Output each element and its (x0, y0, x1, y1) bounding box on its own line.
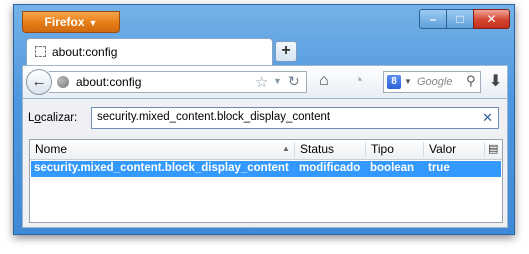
search-label: Localizar: (28, 112, 77, 124)
url-text[interactable]: about:config (76, 75, 141, 89)
filter-input[interactable]: security.mixed_content.block_display_con… (91, 107, 499, 129)
url-history-dropdown-icon[interactable]: ▼ (273, 76, 282, 86)
minimize-button[interactable]: – (419, 9, 447, 29)
column-header-value[interactable]: Valor (429, 142, 456, 157)
back-arrow-icon: ← (31, 73, 47, 90)
pref-value-cell[interactable]: true (428, 162, 450, 174)
column-header-name[interactable]: Nome (35, 142, 67, 157)
column-picker-icon[interactable]: ▤ (488, 142, 498, 155)
url-bar[interactable]: about:config ☆ ▼ ↻ (49, 71, 307, 93)
column-divider[interactable] (294, 142, 295, 157)
column-header-status[interactable]: Status (300, 142, 334, 157)
pref-name-cell[interactable]: security.mixed_content.block_display_con… (34, 162, 289, 174)
column-divider[interactable] (484, 142, 485, 157)
rss-feed-icon[interactable]: ◔ (354, 72, 363, 89)
column-header-type[interactable]: Tipo (371, 142, 394, 157)
sort-ascending-icon: ▲ (282, 144, 290, 153)
browser-window: Firefox ▼ – □ ✕ about:config + about:conf… (13, 4, 515, 235)
clear-filter-icon[interactable]: ✕ (482, 110, 493, 126)
engine-dropdown-icon[interactable]: ▼ (404, 77, 412, 86)
firefox-menu-button[interactable]: Firefox ▼ (22, 11, 120, 33)
magnifier-icon[interactable]: ⚲ (466, 73, 476, 89)
navigation-toolbar: about:config ☆ ▼ ↻ ← ⌂ ◔ 8 ▼ Google ⚲ ⬇ (22, 65, 508, 99)
column-divider[interactable] (365, 142, 366, 157)
close-window-button[interactable]: ✕ (473, 9, 510, 29)
globe-icon (57, 76, 69, 88)
preferences-table: Nome ▲ Status Tipo Valor ▤ security.mixe… (29, 139, 503, 223)
about-config-page: Localizar: security.mixed_content.block_… (22, 99, 508, 228)
label-part: calizar: (40, 112, 78, 124)
back-button[interactable]: ← (26, 69, 52, 95)
home-icon[interactable]: ⌂ (319, 72, 329, 90)
reload-icon[interactable]: ↻ (288, 73, 300, 90)
firefox-menu-label: Firefox (44, 15, 85, 29)
table-header: Nome ▲ Status Tipo Valor ▤ (30, 140, 502, 160)
new-tab-button[interactable]: + (275, 41, 297, 62)
maximize-button[interactable]: □ (446, 9, 474, 29)
star-icon[interactable]: ☆ (255, 73, 268, 91)
download-arrow-icon[interactable]: ⬇ (489, 71, 502, 91)
pref-type-cell[interactable]: boolean (370, 162, 414, 174)
tab-title: about:config (52, 45, 118, 59)
search-bar[interactable]: 8 ▼ Google ⚲ (383, 71, 481, 93)
google-engine-icon[interactable]: 8 (387, 75, 401, 89)
blank-page-icon (35, 46, 46, 57)
pref-status-cell[interactable]: modificado (299, 162, 360, 174)
dropdown-arrow-icon: ▼ (88, 18, 98, 28)
filter-value[interactable]: security.mixed_content.block_display_con… (97, 111, 330, 123)
column-divider[interactable] (423, 142, 424, 157)
tab-about-config[interactable]: about:config (26, 38, 273, 65)
search-placeholder[interactable]: Google (417, 76, 452, 88)
table-row[interactable]: security.mixed_content.block_display_con… (31, 161, 501, 177)
